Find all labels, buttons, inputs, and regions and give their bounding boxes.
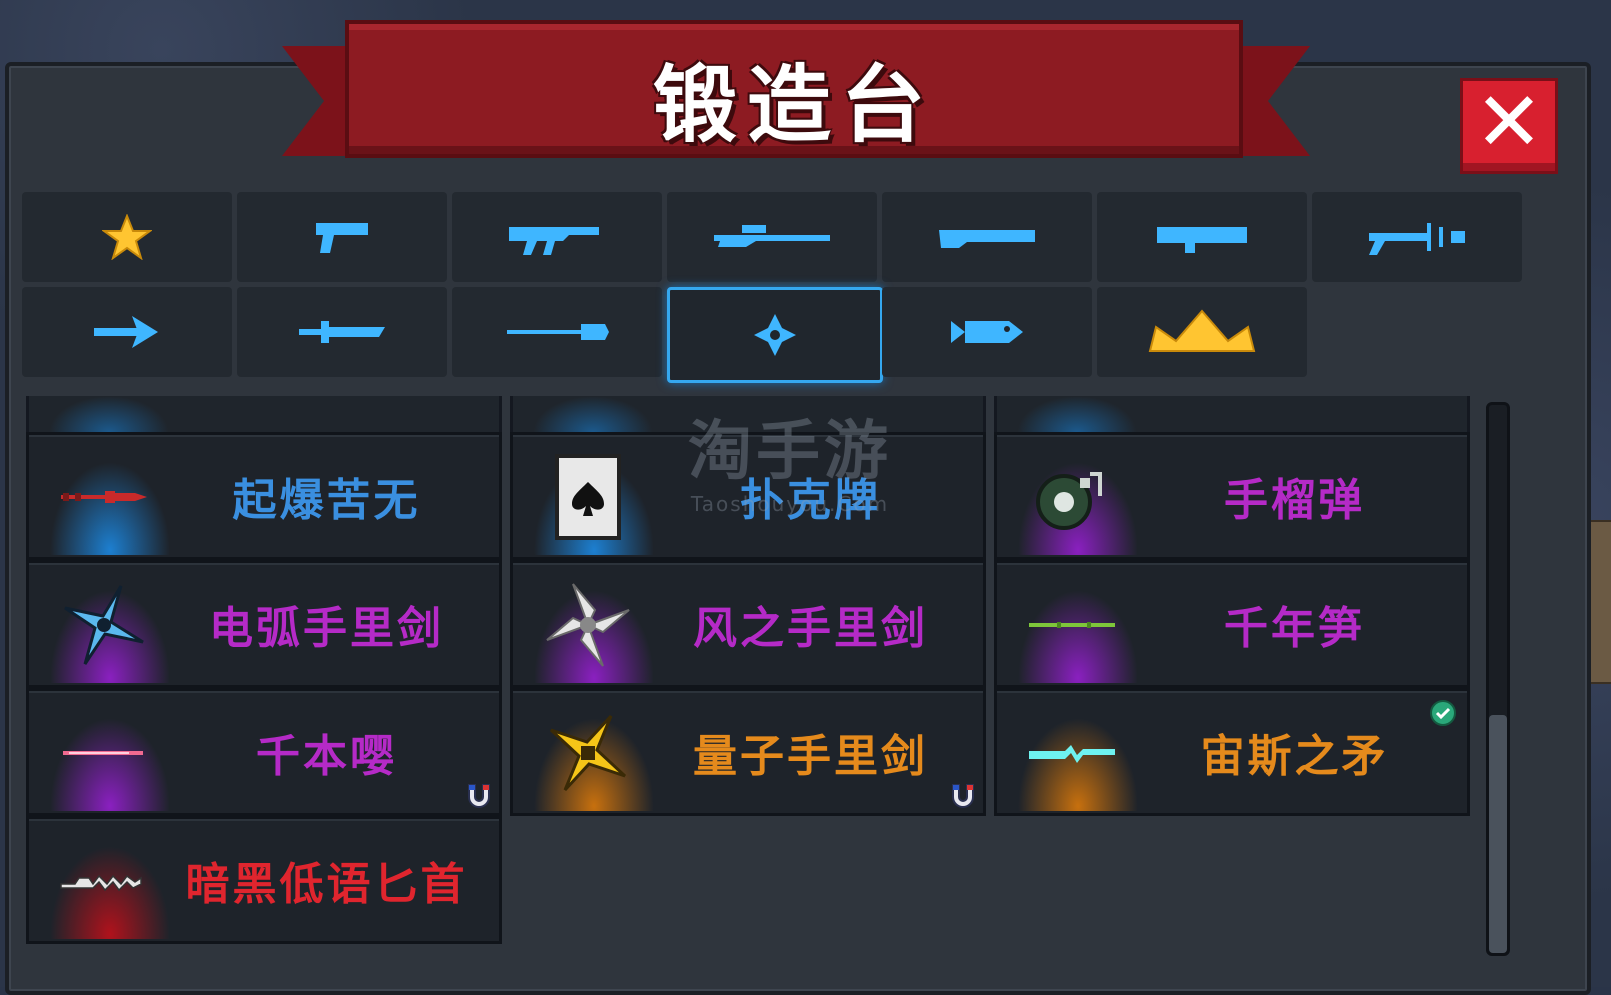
weapon-name: 暗黑低语匕首 bbox=[185, 859, 468, 910]
weapon-item-senbon[interactable]: 千本嘤 bbox=[26, 688, 502, 816]
weapon-name: 起爆苦无 bbox=[232, 475, 421, 526]
weapon-name: 千年笋 bbox=[1224, 603, 1365, 654]
grenade-icon bbox=[1017, 457, 1127, 537]
wind-shuriken-icon bbox=[533, 583, 643, 667]
sniper-rifle-icon bbox=[714, 225, 830, 247]
assault-rifle-icon bbox=[509, 227, 599, 255]
magnet-icon bbox=[952, 784, 974, 808]
weapon-name: 宙斯之矛 bbox=[1200, 731, 1389, 782]
weapon-item-grenade[interactable]: 手榴弹 bbox=[994, 432, 1470, 560]
quantum-shuriken-icon bbox=[533, 713, 643, 793]
page-title: 锻造台 bbox=[652, 56, 935, 154]
weapon-name: 量子手里剑 bbox=[693, 731, 928, 782]
weapon-item-wind-shuriken[interactable]: 风之手里剑 bbox=[510, 560, 986, 688]
weapon-item-arc-shuriken[interactable]: 电弧手里剑 bbox=[26, 560, 502, 688]
close-icon: ✕ bbox=[1474, 75, 1544, 170]
weapon-item-quantum-shuriken[interactable]: 量子手里剑 bbox=[510, 688, 986, 816]
shotgun-icon bbox=[939, 230, 1035, 248]
weapon-name: 扑克牌 bbox=[740, 475, 881, 526]
weapon-name: 手榴弹 bbox=[1224, 475, 1365, 526]
crown-icon bbox=[1148, 309, 1256, 352]
dark-dagger-icon bbox=[49, 841, 159, 921]
tab-launchers[interactable] bbox=[1097, 192, 1307, 282]
list-item-partial bbox=[510, 396, 986, 435]
zeus-spear-icon bbox=[1017, 713, 1127, 793]
fish-icon bbox=[951, 321, 1023, 343]
list-scrollbar[interactable] bbox=[1486, 402, 1510, 956]
tab-bows[interactable] bbox=[22, 287, 232, 377]
tab-legendary[interactable] bbox=[1097, 287, 1307, 377]
list-item-partial bbox=[994, 396, 1470, 435]
tab-favorites[interactable] bbox=[22, 192, 232, 282]
weapon-name: 风之手里剑 bbox=[693, 603, 928, 654]
title-banner: 锻造台 bbox=[345, 20, 1243, 158]
weapon-list: 起爆苦无 扑克牌 手榴弹 电弧手里剑 风之手里剑 千年笋 千本嘤 量子手里剑 宙… bbox=[22, 396, 1512, 976]
tab-rifles[interactable] bbox=[452, 192, 662, 282]
arc-shuriken-icon bbox=[49, 585, 159, 665]
tab-pistols[interactable] bbox=[237, 192, 447, 282]
sword-icon bbox=[299, 321, 385, 343]
tab-swords[interactable] bbox=[237, 287, 447, 377]
rocket-launcher-icon bbox=[1157, 227, 1247, 253]
weapon-name: 电弧手里剑 bbox=[209, 603, 444, 654]
magnet-icon bbox=[468, 784, 490, 808]
tab-shotguns[interactable] bbox=[882, 192, 1092, 282]
weapon-item-poker-cards[interactable]: 扑克牌 bbox=[510, 432, 986, 560]
throwing-star-icon bbox=[754, 314, 796, 356]
kunai-icon bbox=[49, 457, 159, 537]
tab-staffs[interactable] bbox=[1312, 192, 1522, 282]
weapon-item-dark-whisper-dagger[interactable]: 暗黑低语匕首 bbox=[26, 816, 502, 944]
list-item-partial bbox=[26, 396, 502, 435]
playing-card-icon bbox=[533, 454, 643, 540]
check-icon bbox=[1430, 700, 1456, 726]
staff-weapon-icon bbox=[1369, 223, 1465, 255]
tab-misc[interactable] bbox=[882, 287, 1092, 377]
spear-icon bbox=[507, 324, 609, 340]
pistol-icon bbox=[316, 223, 368, 253]
tab-throwables[interactable] bbox=[667, 287, 883, 383]
tab-spears[interactable] bbox=[452, 287, 662, 377]
weapon-name: 千本嘤 bbox=[256, 731, 397, 782]
scrollbar-thumb[interactable] bbox=[1489, 715, 1507, 953]
bow-arrow-icon bbox=[94, 316, 158, 348]
bamboo-needle-icon bbox=[1017, 585, 1127, 665]
close-button[interactable]: ✕ bbox=[1460, 78, 1558, 174]
weapon-item-zeus-spear[interactable]: 宙斯之矛 bbox=[994, 688, 1470, 816]
star-icon bbox=[102, 214, 152, 260]
tab-snipers[interactable] bbox=[667, 192, 877, 282]
weapon-item-millennium-bamboo[interactable]: 千年笋 bbox=[994, 560, 1470, 688]
weapon-item-explosive-kunai[interactable]: 起爆苦无 bbox=[26, 432, 502, 560]
senbon-needle-icon bbox=[49, 713, 159, 793]
